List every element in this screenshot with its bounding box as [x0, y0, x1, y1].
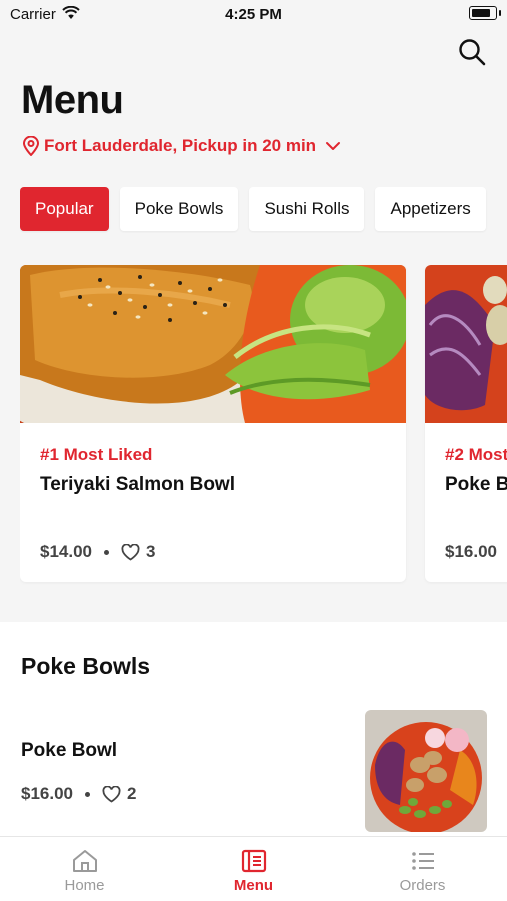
- heart-icon[interactable]: [121, 543, 140, 561]
- search-button[interactable]: [457, 37, 487, 67]
- featured-card[interactable]: #1 Most Liked Teriyaki Salmon Bowl $14.0…: [20, 265, 406, 582]
- item-likes: 2: [127, 784, 137, 803]
- card-rank: #2 Most Liked: [445, 445, 507, 464]
- bottom-nav: Home Menu Orders: [0, 836, 507, 901]
- list-icon: [411, 852, 434, 870]
- item-meta: $16.00 2: [21, 784, 136, 804]
- nav-menu[interactable]: Menu: [169, 837, 338, 901]
- card-rank: #1 Most Liked: [40, 445, 153, 464]
- nav-orders-label: Orders: [399, 877, 446, 894]
- teriyaki-salmon-bowl-photo: [20, 265, 406, 423]
- location-pin-icon: [22, 136, 40, 156]
- card-price: $16.00: [445, 542, 497, 561]
- poke-bowl-thumbnail: [365, 710, 487, 832]
- card-name: Teriyaki Salmon Bowl: [40, 474, 235, 495]
- list-item[interactable]: Poke Bowl $16.00 2: [0, 706, 507, 836]
- home-icon: [72, 850, 97, 872]
- nav-home[interactable]: Home: [0, 837, 169, 901]
- separator-dot: [85, 791, 90, 797]
- page-title: Menu: [21, 78, 124, 122]
- card-meta: $14.00 3: [40, 542, 155, 562]
- featured-card[interactable]: #2 Most Liked Poke Bowl $16.00 2: [425, 265, 507, 582]
- tab-sushi-rolls[interactable]: Sushi Rolls: [249, 187, 365, 231]
- tab-appetizers[interactable]: Appetizers: [375, 187, 486, 231]
- chevron-down-icon: [326, 142, 341, 150]
- menu-book-icon: [241, 849, 266, 873]
- card-meta: $16.00 2: [445, 542, 507, 562]
- status-bar: Carrier 4:25 PM: [0, 0, 507, 30]
- poke-bowl-photo: [425, 265, 507, 423]
- item-name: Poke Bowl: [21, 740, 118, 761]
- heart-icon[interactable]: [102, 785, 121, 803]
- nav-menu-label: Menu: [233, 877, 274, 894]
- location-label: Fort Lauderdale, Pickup in 20 min: [44, 136, 317, 155]
- card-likes: 3: [146, 542, 156, 561]
- status-time: 4:25 PM: [225, 6, 282, 23]
- featured-carousel[interactable]: #1 Most Liked Teriyaki Salmon Bowl $14.0…: [20, 265, 507, 585]
- location-selector[interactable]: Fort Lauderdale, Pickup in 20 min: [22, 136, 342, 156]
- nav-home-label: Home: [64, 877, 105, 894]
- nav-orders[interactable]: Orders: [338, 837, 507, 901]
- search-icon: [459, 39, 486, 66]
- battery-icon: [469, 6, 501, 20]
- card-name: Poke Bowl: [445, 474, 507, 495]
- card-price: $14.00: [40, 542, 92, 561]
- category-tabs: Popular Poke Bowls Sushi Rolls Appetizer…: [20, 187, 507, 233]
- section-title: Poke Bowls: [21, 653, 151, 679]
- item-price: $16.00: [21, 784, 73, 803]
- tab-popular[interactable]: Popular: [20, 187, 109, 231]
- separator-dot: [104, 549, 109, 555]
- tab-poke-bowls[interactable]: Poke Bowls: [119, 187, 239, 231]
- section-poke-bowls: Poke Bowls Poke Bowl $16.00 2: [0, 622, 507, 837]
